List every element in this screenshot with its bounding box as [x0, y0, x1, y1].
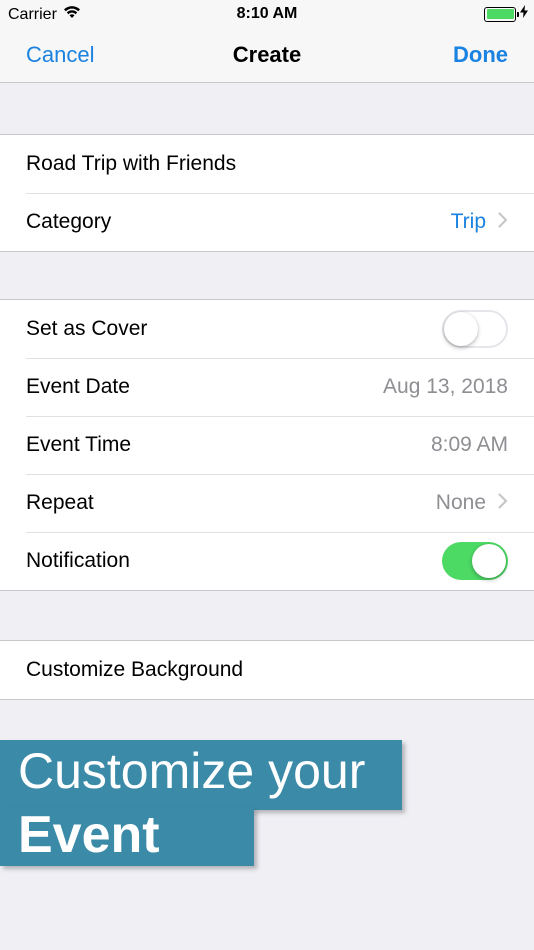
- done-button[interactable]: Done: [453, 42, 508, 68]
- event-time-row[interactable]: Event Time 8:09 AM: [0, 416, 534, 474]
- status-right: [484, 5, 528, 23]
- chevron-right-icon: [486, 491, 508, 515]
- event-name-row[interactable]: Road Trip with Friends: [0, 135, 534, 193]
- status-time: 8:10 AM: [236, 5, 298, 22]
- background-group: Customize Background: [0, 640, 534, 700]
- event-name-field[interactable]: Road Trip with Friends: [26, 152, 508, 176]
- notification-toggle[interactable]: [442, 542, 508, 580]
- chevron-right-icon: [486, 210, 508, 234]
- battery-icon: [484, 6, 519, 22]
- toggle-knob: [472, 544, 506, 578]
- notification-label: Notification: [26, 549, 130, 572]
- event-date-row[interactable]: Event Date Aug 13, 2018: [0, 358, 534, 416]
- customize-background-label: Customize Background: [26, 658, 244, 681]
- battery-fill: [486, 9, 514, 19]
- notification-row: Notification: [0, 532, 534, 590]
- repeat-value: None: [435, 491, 486, 514]
- event-settings-group: Set as Cover Event Date Aug 13, 2018 Eve…: [0, 299, 534, 591]
- cover-toggle[interactable]: [442, 310, 508, 348]
- category-label: Category: [26, 210, 112, 233]
- customize-background-row[interactable]: Customize Background: [0, 641, 534, 699]
- status-bar: Carrier 8:10 AM: [0, 0, 534, 28]
- promo-banner-line1: Customize your: [0, 740, 402, 810]
- bolt-icon: [520, 5, 528, 23]
- navigation-bar: Cancel Create Done: [0, 28, 534, 83]
- screen: Carrier 8:10 AM Cancel Create Done Road …: [0, 0, 534, 950]
- event-time-label: Event Time: [26, 433, 132, 456]
- cover-row: Set as Cover: [0, 300, 534, 358]
- category-row[interactable]: Category Trip: [0, 193, 534, 251]
- event-info-group: Road Trip with Friends Category Trip: [0, 134, 534, 252]
- repeat-row[interactable]: Repeat None: [0, 474, 534, 532]
- event-date-label: Event Date: [26, 375, 130, 398]
- promo-banner-line2: Event: [0, 808, 254, 866]
- category-value: Trip: [450, 210, 486, 233]
- toggle-knob: [444, 312, 478, 346]
- cover-label: Set as Cover: [26, 317, 148, 340]
- event-time-value: 8:09 AM: [430, 433, 508, 456]
- event-date-value: Aug 13, 2018: [383, 375, 508, 398]
- repeat-label: Repeat: [26, 491, 94, 514]
